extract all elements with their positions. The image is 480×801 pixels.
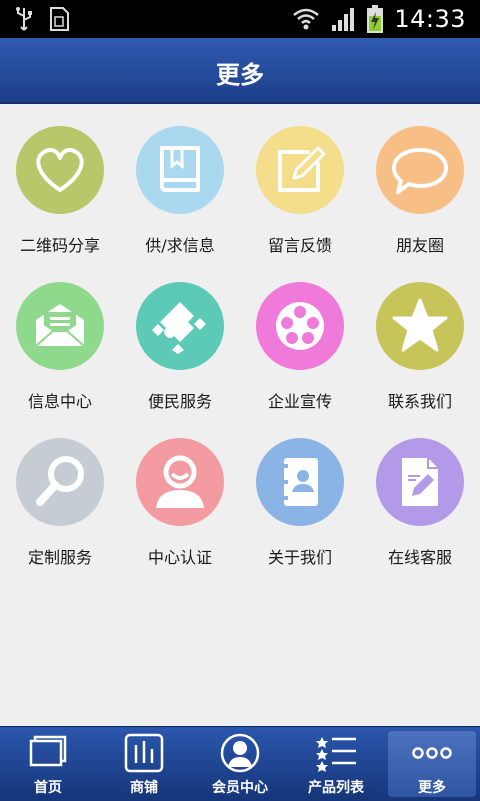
grid-item-info-center[interactable]: 信息中心 xyxy=(0,260,120,416)
grid-item-label: 信息中心 xyxy=(27,392,92,411)
nav-item-more[interactable]: 更多 xyxy=(388,731,476,797)
grid-item-about-us[interactable]: 关于我们 xyxy=(240,416,360,572)
nav-item-label: 首页 xyxy=(34,780,62,796)
grid-item-custom-service[interactable]: 定制服务 xyxy=(0,416,120,572)
nav-item-label: 商铺 xyxy=(130,780,158,796)
nav-item-label: 会员中心 xyxy=(212,780,268,796)
home-icon xyxy=(29,735,67,767)
sim-icon xyxy=(50,7,69,31)
grid-item-label: 在线客服 xyxy=(387,548,452,567)
grid-item-contact-us[interactable]: 联系我们 xyxy=(360,260,480,416)
grid-item-supply-demand[interactable]: 供/求信息 xyxy=(120,104,240,260)
user-icon xyxy=(136,438,224,526)
puzzle-icon xyxy=(136,282,224,370)
grid-item-label: 关于我们 xyxy=(267,548,332,567)
grid-item-convenience-services[interactable]: 便民服务 xyxy=(120,260,240,416)
grid-item-label: 联系我们 xyxy=(387,392,452,411)
grid-item-qrcode-share[interactable]: 二维码分享 xyxy=(0,104,120,260)
book-icon xyxy=(136,126,224,214)
document-edit-icon xyxy=(376,438,464,526)
battery-icon xyxy=(367,5,384,33)
page-title: 更多 xyxy=(216,61,264,89)
bottom-nav: 首页 商铺 会员中心 产品列表 更多 xyxy=(0,726,480,801)
heart-icon xyxy=(16,126,104,214)
grid-item-center-certification[interactable]: 中心认证 xyxy=(120,416,240,572)
magnifier-icon xyxy=(16,438,104,526)
grid-item-enterprise-promo[interactable]: 企业宣传 xyxy=(240,260,360,416)
envelope-icon xyxy=(16,282,104,370)
nav-item-member-center[interactable]: 会员中心 xyxy=(192,727,288,801)
nav-item-shop[interactable]: 商铺 xyxy=(96,727,192,801)
grid-item-label: 供/求信息 xyxy=(145,236,215,255)
grid-item-friends-circle[interactable]: 朋友圈 xyxy=(360,104,480,260)
speech-bubble-icon xyxy=(376,126,464,214)
grid-item-online-support[interactable]: 在线客服 xyxy=(360,416,480,572)
grid-item-feedback[interactable]: 留言反馈 xyxy=(240,104,360,260)
grid-item-label: 二维码分享 xyxy=(19,236,100,255)
wifi-icon xyxy=(293,8,320,30)
film-reel-icon xyxy=(256,282,344,370)
nav-item-label: 产品列表 xyxy=(308,780,364,796)
grid-item-label: 中心认证 xyxy=(147,548,212,567)
grid-item-label: 便民服务 xyxy=(147,392,212,411)
usb-icon xyxy=(16,7,32,31)
status-bar: 14:33 xyxy=(0,0,480,38)
nav-item-home[interactable]: 首页 xyxy=(0,727,96,801)
clock-time: 14:33 xyxy=(394,5,466,33)
more-icon xyxy=(412,747,452,759)
grid-item-label: 朋友圈 xyxy=(395,236,444,255)
signal-icon xyxy=(332,8,355,31)
title-bar: 更多 xyxy=(0,38,480,104)
nav-item-product-list[interactable]: 产品列表 xyxy=(288,727,384,801)
grid-item-label: 留言反馈 xyxy=(267,236,332,255)
nav-item-label: 更多 xyxy=(418,780,446,796)
grid-item-label: 定制服务 xyxy=(27,548,92,567)
contacts-icon xyxy=(256,438,344,526)
grid-item-label: 企业宣传 xyxy=(267,392,332,411)
edit-icon xyxy=(256,126,344,214)
member-icon xyxy=(220,733,260,773)
list-icon xyxy=(316,737,356,772)
shop-icon xyxy=(124,733,164,773)
star-icon xyxy=(376,282,464,370)
